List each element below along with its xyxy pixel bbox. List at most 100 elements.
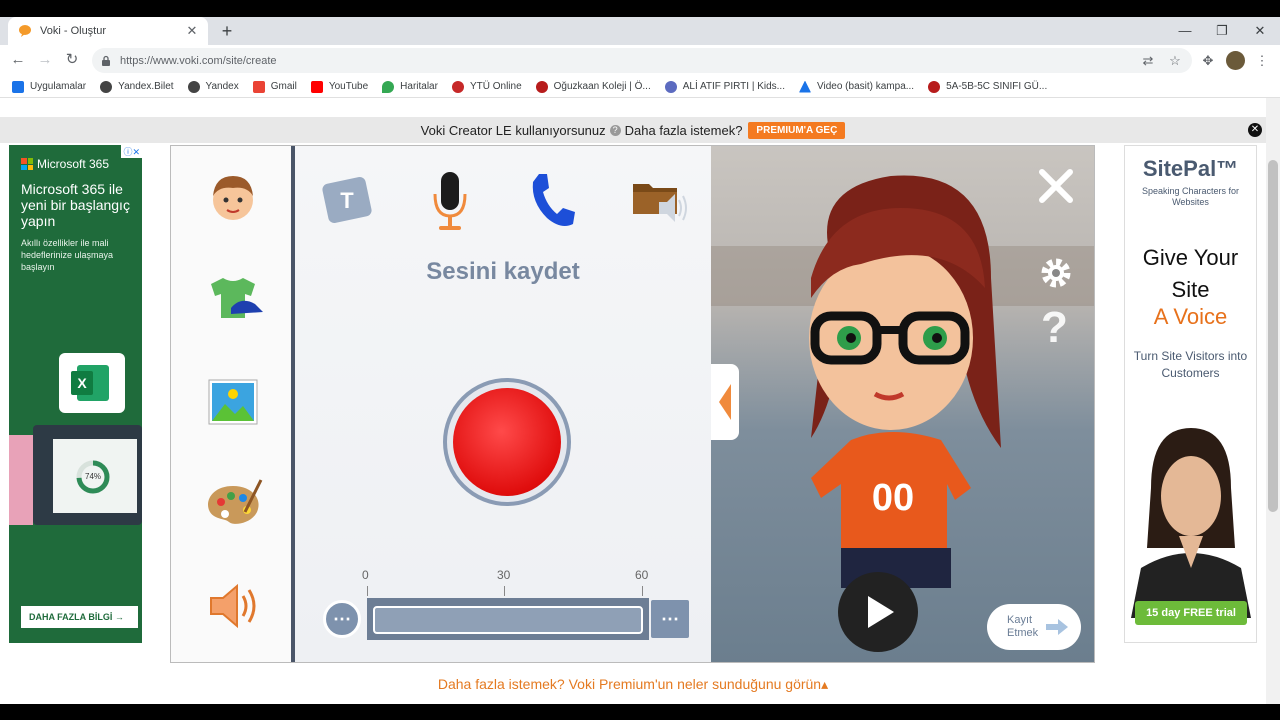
record-button-core: [453, 388, 561, 496]
right-advertisement[interactable]: SitePal™ Speaking Characters for Website…: [1124, 145, 1257, 643]
banner-close-icon[interactable]: ✕: [1248, 123, 1262, 137]
bookmark-label: Gmail: [270, 81, 297, 92]
color-palette-icon[interactable]: [201, 472, 265, 536]
bookmark-label: Oğuzkaan Koleji | Ö...: [553, 81, 651, 92]
bookmark-label: YTÜ Online: [469, 81, 522, 92]
translate-icon[interactable]: ⇄: [1138, 51, 1158, 71]
apps-grid-icon: [12, 80, 24, 93]
adchoices-icon[interactable]: ⓘ✕: [121, 145, 142, 158]
browser-tab[interactable]: Voki - Oluştur ✕: [8, 17, 208, 45]
reload-icon[interactable]: ↻: [62, 50, 82, 70]
timeline-tick: 60: [635, 568, 649, 582]
ms365-logo: Microsoft 365: [21, 157, 109, 171]
chevron-left-icon: [719, 384, 731, 420]
browser-toolbar: ← → ↻ https://www.voki.com/site/create ⇄…: [0, 45, 1280, 76]
ad-text: Turn Site Visitors into Customers: [1133, 349, 1248, 380]
record-button[interactable]: [443, 378, 571, 506]
play-button[interactable]: [838, 572, 918, 652]
address-bar[interactable]: https://www.voki.com/site/create: [92, 48, 1192, 73]
drive-icon: [799, 80, 811, 93]
maps-pin-icon: [382, 80, 395, 93]
timeline-tick: 0: [362, 568, 369, 582]
premium-footer-link[interactable]: Daha fazla istemek? Voki Premium'un nele…: [0, 676, 1266, 693]
help-icon[interactable]: ?: [1041, 306, 1075, 350]
laptop-image: 74%: [33, 425, 142, 525]
forward-icon[interactable]: →: [35, 50, 55, 70]
laptop-screen: 74%: [53, 439, 137, 513]
free-trial-button[interactable]: 15 day FREE trial: [1135, 601, 1247, 625]
bookmark-item[interactable]: Yandex.Bilet: [100, 80, 174, 93]
voki-side-menu: [171, 146, 291, 662]
maximize-icon[interactable]: ❐: [1207, 21, 1237, 41]
more-options-right-button[interactable]: ⋯: [651, 600, 689, 638]
banner-more: Daha fazla istemek?: [624, 122, 743, 138]
text-to-speech-icon[interactable]: T: [317, 170, 379, 232]
banner-text: Voki Creator LE kullanıyorsunuz: [420, 122, 606, 138]
phone-icon[interactable]: [521, 170, 583, 232]
bookmark-item[interactable]: Oğuzkaan Koleji | Ö...: [535, 80, 651, 93]
youtube-icon: [310, 80, 323, 93]
speaker-icon[interactable]: [201, 574, 265, 638]
left-advertisement[interactable]: ⓘ✕ Microsoft 365 Microsoft 365 ile yeni …: [9, 145, 142, 643]
new-tab-icon[interactable]: +: [216, 20, 238, 42]
globe-icon: [100, 80, 113, 93]
bookmark-star-icon[interactable]: ☆: [1165, 51, 1185, 71]
voice-panel: T Sesini kaydet 0 30 60 ⋯ ⋯: [295, 146, 711, 662]
bookmark-item[interactable]: Haritalar: [382, 80, 438, 93]
character-stage: 00 ? Kayıt Etmek: [711, 146, 1094, 662]
collapse-panel-tab[interactable]: [711, 364, 739, 440]
avatar-character: 00: [809, 175, 1001, 588]
panel-title: Sesini kaydet: [426, 258, 580, 285]
premium-button[interactable]: PREMIUM'A GEÇ: [748, 121, 846, 139]
face-icon[interactable]: [201, 166, 265, 230]
bookmarks-bar: Uygulamalar Yandex.Bilet Yandex Gmail Yo…: [0, 76, 1280, 98]
close-window-icon[interactable]: ✕: [1245, 21, 1275, 41]
save-label: Kayıt Etmek: [1007, 614, 1038, 640]
bookmark-item[interactable]: Uygulamalar: [12, 80, 87, 93]
bookmark-item[interactable]: 5A-5B-5C SINIFI GÜ...: [928, 80, 1047, 93]
minimize-icon[interactable]: —: [1170, 21, 1200, 41]
clothing-icon[interactable]: [201, 268, 265, 332]
menu-kebab-icon[interactable]: ⋮: [1252, 51, 1272, 71]
recording-timeline[interactable]: [367, 598, 649, 640]
ad-headline: Microsoft 365 ile yeni bir başlangıç yap…: [21, 181, 130, 229]
upload-audio-icon[interactable]: [629, 170, 691, 232]
globe-icon: [187, 80, 200, 93]
save-button[interactable]: Kayıt Etmek: [987, 604, 1081, 650]
background-image-icon[interactable]: [201, 370, 265, 434]
bookmark-item[interactable]: YouTube: [310, 80, 369, 93]
bookmark-item[interactable]: YTÜ Online: [451, 80, 522, 93]
tick-mark: [642, 586, 643, 596]
bookmark-item[interactable]: Yandex: [187, 80, 239, 93]
close-tab-icon[interactable]: ✕: [184, 23, 200, 39]
microphone-icon[interactable]: [419, 170, 481, 232]
timeline-track[interactable]: [373, 606, 643, 634]
ad-headline: Give Your Site: [1142, 245, 1239, 302]
gift-image: [9, 435, 33, 525]
bookmark-item[interactable]: ALİ ATIF PIRTI | Kids...: [664, 80, 785, 93]
svg-text:T: T: [340, 188, 354, 213]
scrollbar-thumb[interactable]: [1268, 160, 1278, 512]
back-icon[interactable]: ←: [8, 50, 28, 70]
play-icon: [868, 596, 894, 628]
bookmark-label: YouTube: [328, 81, 369, 92]
woman-avatar-image: [1131, 428, 1251, 618]
ad-headline-accent: A Voice: [1153, 304, 1228, 329]
tick-mark: [367, 586, 368, 596]
extensions-icon[interactable]: ✥: [1198, 51, 1218, 71]
help-icon[interactable]: ?: [609, 124, 621, 136]
bookmark-label: Haritalar: [400, 81, 438, 92]
more-options-left-button[interactable]: ⋯: [323, 600, 361, 638]
bookmark-item[interactable]: Gmail: [252, 80, 297, 93]
gear-icon[interactable]: [1037, 254, 1075, 292]
bookmark-label: Yandex: [205, 81, 239, 92]
profile-avatar[interactable]: [1226, 51, 1245, 70]
premium-banner: Voki Creator LE kullanıyorsunuz ? Daha f…: [0, 117, 1266, 143]
page-scrollbar[interactable]: [1266, 98, 1280, 704]
bookmark-label: Uygulamalar: [30, 81, 87, 92]
close-icon[interactable]: [1036, 166, 1076, 206]
ad-brand: Microsoft 365: [37, 157, 110, 171]
ad-learn-more-button[interactable]: DAHA FAZLA BİLGİ →: [21, 606, 138, 628]
sitepal-logo: SitePal™: [1142, 156, 1239, 181]
bookmark-item[interactable]: Video (basit) kampa...: [799, 80, 914, 93]
